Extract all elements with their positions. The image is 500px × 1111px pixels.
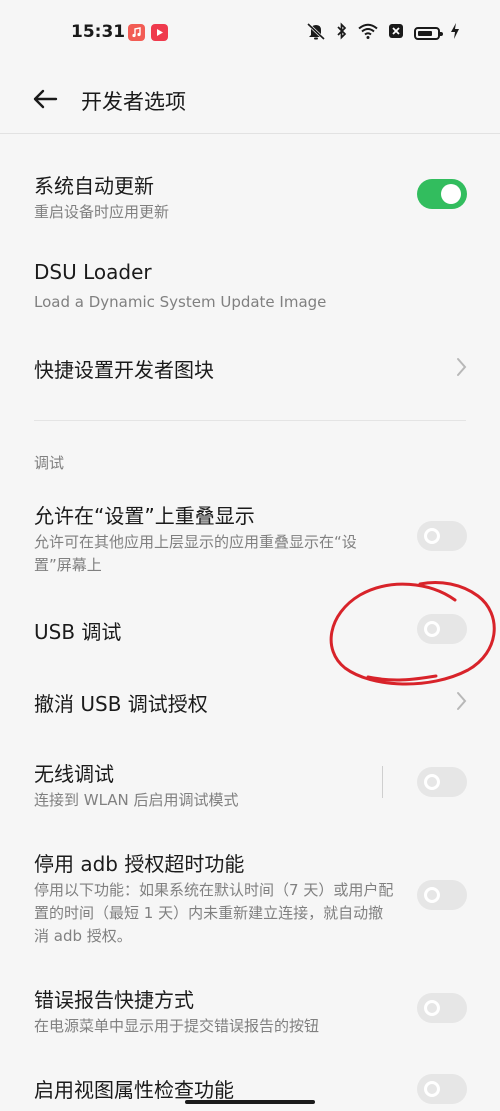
setting-item-revoke-usb-auth[interactable]: 撤消 USB 调试授权 — [0, 672, 500, 732]
setting-title: DSU Loader — [34, 260, 152, 284]
setting-title: 启用视图属性检查功能 — [34, 1078, 234, 1102]
setting-subtitle: 允许可在其他应用上层显示的应用重叠显示在“设置”屏幕上 — [34, 533, 357, 574]
mute-bell-icon — [306, 22, 326, 44]
page-title: 开发者选项 — [81, 90, 186, 114]
setting-item-quick-settings-tiles[interactable]: 快捷设置开发者图块 — [0, 340, 500, 400]
chevron-right-icon — [452, 690, 470, 712]
setting-subtitle: 重启设备时应用更新 — [34, 203, 170, 221]
bluetooth-icon — [336, 22, 348, 44]
status-bar: 15:31 — [0, 0, 500, 66]
view-attribute-inspection-toggle[interactable] — [417, 1074, 467, 1104]
setting-title: 允许在“设置”上重叠显示 — [34, 504, 255, 528]
setting-item-auto-system-update[interactable]: 系统自动更新 重启设备时应用更新 — [0, 160, 500, 240]
bug-report-shortcut-toggle[interactable] — [417, 993, 467, 1023]
setting-item-allow-overlay[interactable]: 允许在“设置”上重叠显示 允许可在其他应用上层显示的应用重叠显示在“设置”屏幕上 — [0, 490, 500, 580]
setting-title: 快捷设置开发者图块 — [34, 358, 214, 382]
wifi-icon — [358, 23, 378, 43]
setting-subtitle: 停用以下功能：如果系统在默认时间（7 天）或用户配置的时间（最短 1 天）内未重… — [34, 881, 394, 945]
setting-title: 系统自动更新 — [34, 174, 154, 198]
setting-subtitle: Load a Dynamic System Update Image — [34, 293, 327, 311]
setting-subtitle: 在电源菜单中显示用于提交错误报告的按钮 — [34, 1017, 320, 1035]
wireless-debugging-toggle[interactable] — [417, 767, 467, 797]
setting-subtitle: 连接到 WLAN 后启用调试模式 — [34, 791, 239, 809]
allow-overlay-toggle[interactable] — [417, 521, 467, 551]
setting-item-disable-adb-timeout[interactable]: 停用 adb 授权超时功能 停用以下功能：如果系统在默认时间（7 天）或用户配置… — [0, 838, 500, 958]
status-icons — [306, 22, 460, 44]
charging-icon — [450, 23, 460, 43]
setting-item-usb-debugging[interactable]: USB 调试 — [0, 600, 500, 660]
section-header-debugging: 调试 — [34, 454, 65, 472]
battery-icon — [414, 26, 443, 40]
no-sim-icon — [388, 23, 404, 43]
arrow-left-icon — [32, 89, 58, 113]
setting-title: 撤消 USB 调试授权 — [34, 692, 208, 716]
music-app-icon — [128, 24, 145, 41]
setting-title: USB 调试 — [34, 620, 122, 644]
usb-debugging-toggle[interactable] — [417, 614, 467, 644]
app-bar: 开发者选项 — [0, 66, 500, 134]
setting-title: 错误报告快捷方式 — [34, 988, 194, 1012]
vertical-separator — [382, 766, 383, 798]
setting-title: 无线调试 — [34, 762, 114, 786]
home-indicator — [185, 1100, 315, 1104]
video-app-icon — [151, 24, 168, 41]
setting-item-wireless-debugging[interactable]: 无线调试 连接到 WLAN 后启用调试模式 — [0, 748, 500, 818]
status-time: 15:31 — [71, 22, 126, 42]
chevron-right-icon — [452, 356, 470, 378]
auto-update-toggle[interactable] — [417, 179, 467, 209]
setting-item-bug-report-shortcut[interactable]: 错误报告快捷方式 在电源菜单中显示用于提交错误报告的按钮 — [0, 974, 500, 1044]
setting-title: 停用 adb 授权超时功能 — [34, 852, 245, 876]
section-divider — [34, 420, 466, 421]
setting-item-dsu-loader[interactable]: DSU Loader Load a Dynamic System Update … — [0, 250, 500, 330]
disable-adb-timeout-toggle[interactable] — [417, 880, 467, 910]
back-button[interactable] — [28, 84, 62, 118]
